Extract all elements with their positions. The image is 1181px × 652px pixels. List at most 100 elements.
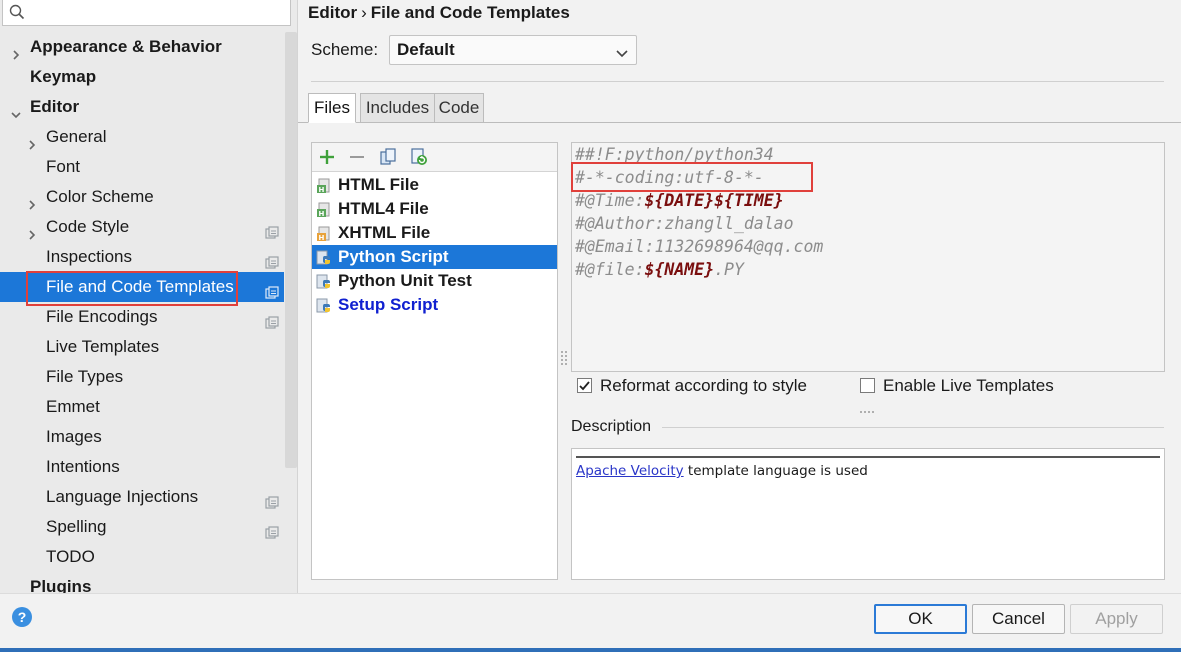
description-label: Description <box>571 418 652 435</box>
sidebar-item-keymap[interactable]: Keymap <box>0 62 284 92</box>
settings-search-box[interactable] <box>2 0 291 26</box>
scheme-dropdown[interactable]: Default <box>389 35 637 65</box>
project-scope-icon <box>265 490 279 509</box>
template-item-label: Setup Script <box>338 295 439 314</box>
chevron-right-icon[interactable] <box>26 131 38 150</box>
sidebar-item-file-types[interactable]: File Types <box>0 362 284 392</box>
python-file-icon <box>316 297 332 313</box>
template-item-label: HTML File <box>338 175 419 194</box>
sidebar-item-file-encodings[interactable]: File Encodings <box>0 302 284 332</box>
sidebar-item-font[interactable]: Font <box>0 152 284 182</box>
sidebar-scrollbar[interactable] <box>285 32 297 468</box>
template-item-label: Python Script <box>338 247 449 266</box>
code-text: #@Email:1132698964@qq.com <box>575 237 824 256</box>
add-template-icon[interactable] <box>318 148 336 166</box>
remove-template-icon[interactable] <box>348 148 366 166</box>
template-variable: ${NAME} <box>644 260 715 279</box>
svg-text:H: H <box>319 210 325 218</box>
reset-template-icon[interactable] <box>410 148 428 166</box>
code-text: #@Author:zhangll_dalao <box>575 214 794 233</box>
breadcrumb-parent[interactable]: Editor <box>308 3 357 22</box>
template-item-python-unit-test[interactable]: Python Unit Test <box>312 269 557 293</box>
sidebar-item-label: TODO <box>46 547 95 566</box>
template-item-python-script[interactable]: Python Script <box>312 245 557 269</box>
code-line: #@Author:zhangll_dalao <box>575 212 794 236</box>
sidebar-item-label: Language Injections <box>46 487 199 506</box>
chevron-right-icon[interactable] <box>26 221 38 240</box>
copy-template-icon[interactable] <box>379 148 397 166</box>
template-code-editor[interactable]: ##!F:python/python34 #-*-coding:utf-8-*- #… <box>571 142 1165 372</box>
sidebar-item-label: Keymap <box>30 67 97 86</box>
code-line: #@Email:1132698964@qq.com <box>575 235 823 259</box>
checkmark-icon <box>579 381 590 391</box>
template-item-setup-script[interactable]: Setup Script <box>312 293 557 317</box>
scheme-label: Scheme: <box>311 40 379 59</box>
svg-text:H: H <box>319 186 325 194</box>
description-body: template language is used <box>683 463 868 479</box>
apache-velocity-link[interactable]: Apache Velocity <box>576 463 684 479</box>
template-item-html-file[interactable]: H HTML File <box>312 173 557 197</box>
chevron-down-icon[interactable] <box>10 101 22 119</box>
sidebar-item-color-scheme[interactable]: Color Scheme <box>0 182 284 212</box>
sidebar-item-intentions[interactable]: Intentions <box>0 452 284 482</box>
search-input[interactable] <box>29 3 284 21</box>
cancel-button[interactable]: Cancel <box>972 604 1065 634</box>
sidebar-item-label: Appearance & Behavior <box>30 37 222 56</box>
template-item-label: HTML4 File <box>338 199 429 218</box>
sidebar-item-todo[interactable]: TODO <box>0 542 284 572</box>
sidebar-item-code-style[interactable]: Code Style <box>0 212 284 242</box>
reformat-label[interactable]: Reformat according to style <box>600 376 807 396</box>
project-scope-icon <box>265 310 279 329</box>
project-scope-icon <box>265 520 279 539</box>
chevron-down-icon <box>616 45 628 63</box>
sidebar-item-live-templates[interactable]: Live Templates <box>0 332 284 362</box>
template-item-label: XHTML File <box>338 223 431 242</box>
sidebar-item-images[interactable]: Images <box>0 422 284 452</box>
settings-tree: Appearance & Behavior Keymap Editor General… <box>0 32 284 593</box>
template-item-xhtml-file[interactable]: H XHTML File <box>312 221 557 245</box>
splitter-grip-icon[interactable] <box>560 350 568 366</box>
template-list: H HTML File H HTML4 File H XHTML File Python S… <box>312 173 557 317</box>
html-file-icon: H <box>316 177 332 194</box>
sidebar-item-label: Code Style <box>46 217 130 236</box>
template-list-toolbar <box>312 143 557 172</box>
breadcrumb-separator: › <box>361 3 367 22</box>
tab-files[interactable]: Files <box>308 93 356 123</box>
description-text: Apache Velocity template language is use… <box>576 463 868 479</box>
code-text: #@Time: <box>575 191 645 210</box>
sidebar-item-emmet[interactable]: Emmet <box>0 392 284 422</box>
search-icon <box>9 4 25 25</box>
help-button[interactable]: ? <box>12 607 32 627</box>
apply-button[interactable]: Apply <box>1070 604 1163 634</box>
sidebar-item-label: Live Templates <box>46 337 160 356</box>
sidebar-item-label: Plugins <box>30 577 92 593</box>
reformat-checkbox[interactable] <box>577 378 592 393</box>
chevron-right-icon[interactable] <box>26 191 38 210</box>
sidebar-item-spelling[interactable]: Spelling <box>0 512 284 542</box>
horizontal-splitter-grip-icon[interactable] <box>859 402 877 413</box>
sidebar-item-file-and-code-templates[interactable]: File and Code Templates <box>0 272 284 302</box>
enable-live-templates-label[interactable]: Enable Live Templates <box>883 376 1054 396</box>
code-line: #-*-coding:utf-8-*- <box>575 166 764 190</box>
sidebar-item-general[interactable]: General <box>0 122 284 152</box>
ok-button[interactable]: OK <box>874 604 967 634</box>
code-text: #-*-coding:utf-8-*- <box>575 168 764 187</box>
sidebar-item-label: Spelling <box>46 517 107 536</box>
code-line: #@file:${NAME}.PY <box>575 258 744 282</box>
sidebar-item-label: Font <box>46 157 81 176</box>
sidebar-item-appearance-behavior[interactable]: Appearance & Behavior <box>0 32 284 62</box>
template-item-html4-file[interactable]: H HTML4 File <box>312 197 557 221</box>
sidebar-item-plugins[interactable]: Plugins <box>0 572 284 593</box>
sidebar-item-editor[interactable]: Editor <box>0 92 284 122</box>
template-item-label: Python Unit Test <box>338 271 472 290</box>
tab-code[interactable]: Code <box>434 93 484 123</box>
sidebar-item-label: File Encodings <box>46 307 158 326</box>
enable-live-templates-checkbox[interactable] <box>860 378 875 393</box>
tab-includes[interactable]: Includes <box>360 93 435 123</box>
python-file-icon <box>316 273 332 289</box>
sidebar-item-inspections[interactable]: Inspections <box>0 242 284 272</box>
code-line: #@Time:${DATE}${TIME} <box>575 189 784 213</box>
chevron-right-icon[interactable] <box>10 41 22 60</box>
sidebar-item-label: File and Code Templates <box>46 277 234 296</box>
sidebar-item-language-injections[interactable]: Language Injections <box>0 482 284 512</box>
